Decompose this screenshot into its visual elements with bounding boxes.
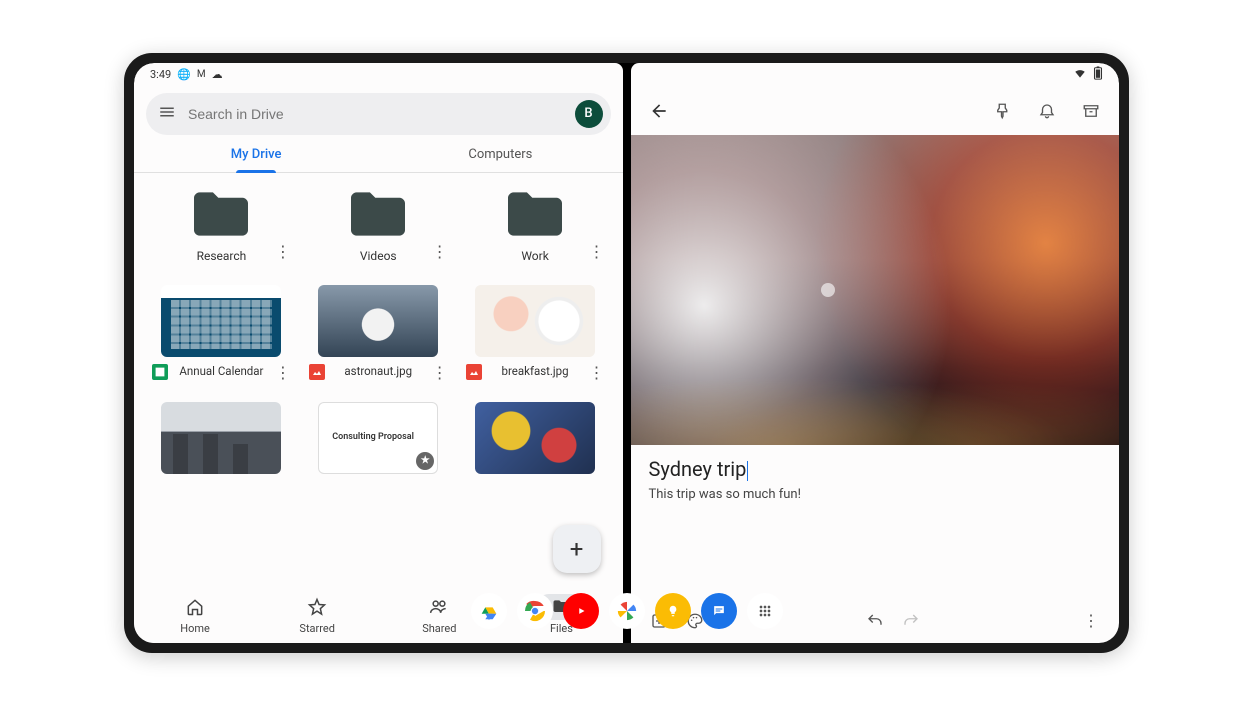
folder-name: Research xyxy=(197,249,247,263)
hamburger-icon[interactable] xyxy=(158,103,176,125)
file-grid: Consulting Proposal ★ xyxy=(148,402,609,474)
folder-icon xyxy=(186,187,256,241)
wifi-icon xyxy=(1073,66,1087,83)
more-vert-icon[interactable]: ⋮ xyxy=(275,242,291,261)
file-item[interactable] xyxy=(148,402,295,474)
drive-content[interactable]: Research ⋮ Videos ⋮ xyxy=(134,173,623,585)
folder-item[interactable]: Research ⋮ xyxy=(148,187,295,263)
note-image[interactable] xyxy=(631,135,1120,445)
account-avatar[interactable]: B xyxy=(575,100,603,128)
file-name: astronaut.jpg xyxy=(331,365,426,379)
tab-computers[interactable]: Computers xyxy=(378,147,622,172)
globe-icon: 🌐 xyxy=(177,68,191,81)
chrome-app-icon[interactable] xyxy=(517,593,553,629)
drive-pane: 3:49 🌐 M ☁ B My Drive Computers xyxy=(134,63,623,643)
file-thumbnail xyxy=(161,285,281,357)
photos-app-icon[interactable] xyxy=(609,593,645,629)
archive-icon[interactable] xyxy=(1073,93,1109,129)
image-icon xyxy=(466,364,482,380)
gmail-icon: M xyxy=(197,69,206,80)
more-vert-icon[interactable]: ⋮ xyxy=(588,242,604,261)
image-icon xyxy=(309,364,325,380)
youtube-app-icon[interactable] xyxy=(563,593,599,629)
undo-icon[interactable] xyxy=(857,603,893,639)
note-body[interactable]: Sydney trip This trip was so much fun! xyxy=(631,445,1120,599)
folder-icon xyxy=(500,187,570,241)
battery-icon xyxy=(1093,66,1103,83)
nav-starred[interactable]: Starred xyxy=(256,586,378,643)
file-thumbnail: Consulting Proposal ★ xyxy=(318,402,438,474)
note-title-input[interactable]: Sydney trip xyxy=(649,457,1102,481)
keep-toolbar xyxy=(631,87,1120,135)
drive-search-bar[interactable]: B xyxy=(146,93,611,135)
fab-new-button[interactable]: + xyxy=(553,525,601,573)
folder-icon xyxy=(343,187,413,241)
star-icon xyxy=(307,597,327,617)
more-vert-icon[interactable]: ⋮ xyxy=(1073,603,1109,639)
folder-item[interactable]: Work ⋮ xyxy=(462,187,609,263)
search-input[interactable] xyxy=(188,106,563,122)
sheets-icon xyxy=(152,364,168,380)
file-item[interactable]: astronaut.jpg ⋮ xyxy=(305,285,452,382)
folder-item[interactable]: Videos ⋮ xyxy=(305,187,452,263)
screen: 3:49 🌐 M ☁ B My Drive Computers xyxy=(134,63,1119,643)
star-badge-icon: ★ xyxy=(416,452,434,470)
more-vert-icon[interactable]: ⋮ xyxy=(588,363,604,382)
keep-pane: Sydney trip This trip was so much fun! xyxy=(631,63,1120,643)
more-vert-icon[interactable]: ⋮ xyxy=(275,363,291,382)
file-item[interactable] xyxy=(462,402,609,474)
file-item[interactable]: breakfast.jpg ⋮ xyxy=(462,285,609,382)
pin-icon[interactable] xyxy=(985,93,1021,129)
folder-name: Videos xyxy=(360,249,397,263)
file-item[interactable]: Annual Calendar ⋮ xyxy=(148,285,295,382)
messages-app-icon[interactable] xyxy=(701,593,737,629)
tablet-frame: 3:49 🌐 M ☁ B My Drive Computers xyxy=(124,53,1129,653)
redo-icon[interactable] xyxy=(893,603,929,639)
split-screen: 3:49 🌐 M ☁ B My Drive Computers xyxy=(134,63,1119,643)
file-grid: Annual Calendar ⋮ astronaut.jpg xyxy=(148,285,609,382)
people-icon xyxy=(429,597,449,617)
back-button[interactable] xyxy=(641,93,677,129)
note-text-input[interactable]: This trip was so much fun! xyxy=(649,487,1102,502)
file-thumbnail xyxy=(161,402,281,474)
status-time: 3:49 xyxy=(150,68,171,81)
cloud-icon: ☁ xyxy=(212,68,223,81)
home-icon xyxy=(185,597,205,617)
more-vert-icon[interactable]: ⋮ xyxy=(432,242,448,261)
keep-app-icon[interactable] xyxy=(655,593,691,629)
nav-label: Starred xyxy=(299,622,335,635)
image-drop-target-icon xyxy=(821,283,835,297)
file-name: Annual Calendar xyxy=(174,365,269,379)
all-apps-icon[interactable] xyxy=(747,593,783,629)
drive-tabs: My Drive Computers xyxy=(134,147,623,173)
file-thumbnail xyxy=(475,402,595,474)
file-thumbnail xyxy=(475,285,595,357)
file-item[interactable]: Consulting Proposal ★ xyxy=(305,402,452,474)
folder-grid: Research ⋮ Videos ⋮ xyxy=(148,187,609,263)
folder-name: Work xyxy=(521,249,548,263)
file-name: breakfast.jpg xyxy=(488,365,583,379)
more-vert-icon[interactable]: ⋮ xyxy=(432,363,448,382)
nav-home[interactable]: Home xyxy=(134,586,256,643)
nav-label: Shared xyxy=(422,622,456,635)
tab-my-drive[interactable]: My Drive xyxy=(134,147,378,172)
file-thumbnail xyxy=(318,285,438,357)
status-bar-left: 3:49 🌐 M ☁ xyxy=(134,63,623,87)
status-bar-right xyxy=(631,63,1120,87)
nav-label: Home xyxy=(180,622,210,635)
reminder-icon[interactable] xyxy=(1029,93,1065,129)
drive-app-icon[interactable] xyxy=(471,593,507,629)
